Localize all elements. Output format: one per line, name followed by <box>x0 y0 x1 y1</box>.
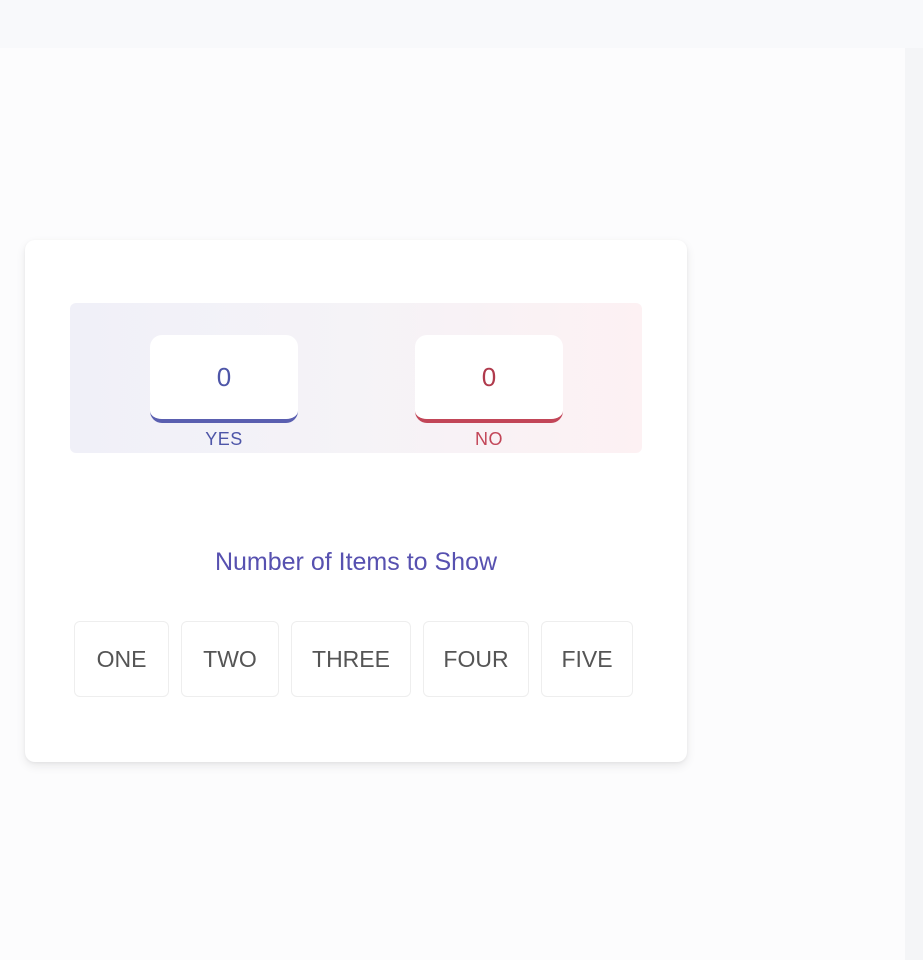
yes-label: YES <box>205 429 243 449</box>
items-to-show-title: Number of Items to Show <box>214 548 498 576</box>
no-label: NO <box>475 429 503 449</box>
no-counter[interactable]: 0 NO <box>415 335 563 457</box>
no-count[interactable]: 0 <box>415 335 563 423</box>
poll-card: 0 YES 0 NO Number of Items to Show ONE T… <box>25 240 687 762</box>
yes-count[interactable]: 0 <box>150 335 298 423</box>
yes-counter[interactable]: 0 YES <box>150 335 298 457</box>
top-bar <box>0 0 923 48</box>
option-one-button[interactable]: ONE <box>74 621 169 697</box>
option-five-button[interactable]: FIVE <box>541 621 633 697</box>
option-four-button[interactable]: FOUR <box>423 621 529 697</box>
items-count-options: ONE TWO THREE FOUR FIVE <box>74 621 633 697</box>
option-three-button[interactable]: THREE <box>291 621 411 697</box>
vote-panel: 0 YES 0 NO <box>70 303 642 453</box>
right-panel-edge <box>905 48 923 960</box>
option-two-button[interactable]: TWO <box>181 621 279 697</box>
